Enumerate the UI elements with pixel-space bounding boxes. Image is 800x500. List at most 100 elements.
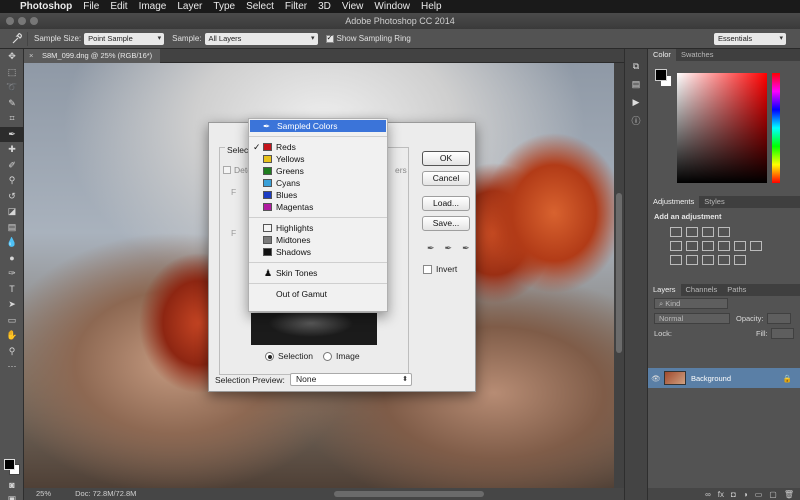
screen-mode-icon[interactable]: ▣ <box>0 492 24 500</box>
minimize-window-button[interactable] <box>18 17 26 25</box>
quick-mask-icon[interactable]: ◙ <box>0 477 24 493</box>
selection-preview-select[interactable]: None <box>290 373 412 386</box>
tab-color[interactable]: Color <box>648 49 676 61</box>
lasso-tool-icon[interactable]: ➰ <box>0 80 24 96</box>
type-tool-icon[interactable]: T <box>0 282 24 298</box>
selection-preview-image[interactable] <box>251 313 377 345</box>
radio-selection-button[interactable] <box>265 351 274 361</box>
menu-edit[interactable]: Edit <box>110 1 127 12</box>
history-panel-icon[interactable]: ⧉ <box>625 57 647 75</box>
color-balance-icon[interactable] <box>702 241 714 251</box>
hue-slider[interactable] <box>772 73 780 183</box>
path-selection-tool-icon[interactable]: ➤ <box>0 297 24 313</box>
eyedropper-tool-icon[interactable]: ✒ <box>0 126 24 142</box>
menu-item-cyans[interactable]: Cyans <box>249 177 387 189</box>
zoom-window-button[interactable] <box>30 17 38 25</box>
new-layer-icon[interactable]: ▢ <box>769 490 777 499</box>
invert-adjustment-icon[interactable] <box>670 255 682 265</box>
crop-tool-icon[interactable]: ⌗ <box>0 111 24 127</box>
menu-item-highlights[interactable]: Highlights <box>249 222 387 234</box>
threshold-icon[interactable] <box>702 255 714 265</box>
menu-image[interactable]: Image <box>139 1 167 12</box>
horizontal-scrollbar[interactable] <box>334 491 484 497</box>
menu-item-greens[interactable]: Greens <box>249 165 387 177</box>
menu-item-yellows[interactable]: Yellows <box>249 153 387 165</box>
tab-layers[interactable]: Layers <box>648 284 681 296</box>
foreground-color-swatch[interactable] <box>4 459 15 470</box>
close-window-button[interactable] <box>6 17 14 25</box>
link-layers-icon[interactable]: ∞ <box>705 490 711 499</box>
ok-button[interactable]: OK <box>422 151 470 166</box>
rectangle-tool-icon[interactable]: ▭ <box>0 313 24 329</box>
vibrance-icon[interactable] <box>670 241 682 251</box>
hue-saturation-icon[interactable] <box>686 241 698 251</box>
menu-item-out-of-gamut[interactable]: Out of Gamut <box>249 288 387 300</box>
info-panel-icon[interactable]: ⓘ <box>625 111 647 129</box>
channel-mixer-icon[interactable] <box>750 241 762 251</box>
zoom-tool-icon[interactable]: ⚲ <box>0 344 24 360</box>
panel-foreground-swatch[interactable] <box>655 69 667 81</box>
blend-mode-select[interactable]: Normal <box>654 313 730 324</box>
fill-input[interactable] <box>770 328 794 339</box>
cancel-button[interactable]: Cancel <box>422 171 470 186</box>
photo-filter-icon[interactable] <box>734 241 746 251</box>
menu-3d[interactable]: 3D <box>318 1 331 12</box>
radio-image-button[interactable] <box>322 351 332 361</box>
more-tools-icon[interactable]: ⋯ <box>0 359 24 375</box>
black-white-icon[interactable] <box>718 241 730 251</box>
brush-tool-icon[interactable]: ✐ <box>0 158 24 174</box>
blur-tool-icon[interactable]: 💧 <box>0 235 24 251</box>
menu-view[interactable]: View <box>342 1 364 12</box>
save-button[interactable]: Save... <box>422 216 470 231</box>
menu-help[interactable]: Help <box>421 1 442 12</box>
fx-icon[interactable]: fx <box>718 490 724 499</box>
doc-size-info[interactable]: Doc: 72.8M/72.8M <box>75 489 136 498</box>
layer-background[interactable]: 👁 Background 🔒 <box>648 368 800 388</box>
posterize-icon[interactable] <box>686 255 698 265</box>
detect-faces-checkbox[interactable] <box>223 166 231 174</box>
menu-item-skin-tones[interactable]: ♟ Skin Tones <box>249 267 387 279</box>
sample-size-select[interactable]: Point Sample <box>84 32 165 45</box>
scroll-thumb[interactable] <box>616 193 622 353</box>
eyedropper-plus-icon[interactable]: ✒ <box>445 243 453 254</box>
tab-adjustments[interactable]: Adjustments <box>648 196 700 208</box>
menu-item-reds[interactable]: ✓ Reds <box>249 141 387 153</box>
tab-channels[interactable]: Channels <box>681 284 723 296</box>
tab-paths[interactable]: Paths <box>722 284 751 296</box>
tab-swatches[interactable]: Swatches <box>676 49 719 61</box>
dodge-tool-icon[interactable]: ● <box>0 251 24 267</box>
menu-item-sampled-colors[interactable]: ✒ Sampled Colors <box>250 120 386 132</box>
menu-item-midtones[interactable]: Midtones <box>249 234 387 246</box>
levels-icon[interactable] <box>686 227 698 237</box>
hand-tool-icon[interactable]: ✋ <box>0 328 24 344</box>
menu-layer[interactable]: Layer <box>177 1 202 12</box>
menu-item-blues[interactable]: Blues <box>249 189 387 201</box>
workspace-select[interactable]: Essentials <box>714 33 786 45</box>
document-tab[interactable]: × S8M_099.dng @ 25% (RGB/16*) <box>24 49 161 63</box>
exposure-icon[interactable] <box>718 227 730 237</box>
selective-color-icon[interactable] <box>734 255 746 265</box>
invert-checkbox[interactable] <box>423 264 432 274</box>
show-sampling-ring-checkbox[interactable] <box>325 33 334 43</box>
menu-filter[interactable]: Filter <box>285 1 307 12</box>
actions-panel-icon[interactable]: ▶ <box>625 93 647 111</box>
marquee-tool-icon[interactable]: ⬚ <box>0 65 24 81</box>
clone-stamp-tool-icon[interactable]: ⚲ <box>0 173 24 189</box>
new-group-icon[interactable]: ▭ <box>755 490 763 499</box>
menu-item-magentas[interactable]: Magentas <box>249 201 387 213</box>
layer-kind-filter[interactable]: ⌕ Kind <box>654 298 728 309</box>
eye-icon[interactable]: 👁 <box>648 374 664 383</box>
history-brush-tool-icon[interactable]: ↺ <box>0 189 24 205</box>
brightness-icon[interactable] <box>670 227 682 237</box>
radio-image[interactable]: Image <box>322 351 360 361</box>
healing-brush-tool-icon[interactable]: ✚ <box>0 142 24 158</box>
eyedropper-minus-icon[interactable]: ✒ <box>462 243 470 254</box>
opacity-input[interactable] <box>766 313 791 324</box>
quick-selection-tool-icon[interactable]: ✎ <box>0 96 24 112</box>
add-mask-icon[interactable]: ◘ <box>731 490 736 499</box>
menu-app-name[interactable]: Photoshop <box>20 1 72 12</box>
menu-item-shadows[interactable]: Shadows <box>249 246 387 258</box>
color-spectrum[interactable] <box>677 73 767 183</box>
radio-selection[interactable]: Selection <box>265 351 313 361</box>
menu-file[interactable]: File <box>83 1 99 12</box>
